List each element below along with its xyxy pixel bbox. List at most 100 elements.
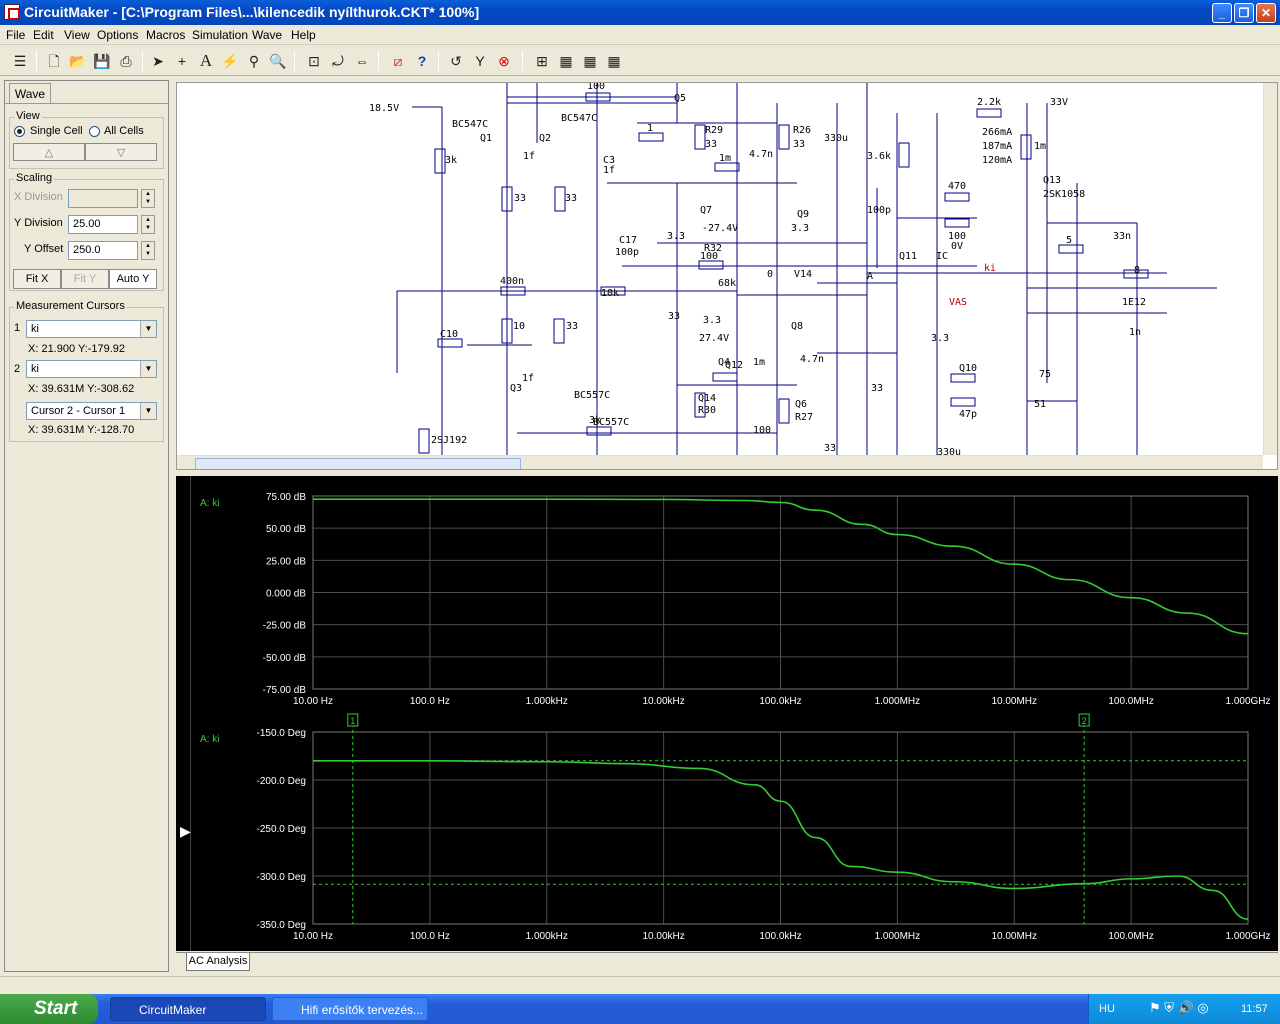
wire-icon[interactable]: + (172, 51, 192, 71)
schematic-label: Q13 (1043, 175, 1061, 186)
schematic-label: -27.4V (702, 223, 738, 234)
stop-icon[interactable]: ⊗ (494, 51, 514, 71)
schematic-label: 100p (867, 205, 891, 216)
arrow-icon[interactable]: ➤ (148, 51, 168, 71)
menu-help[interactable]: Help (291, 28, 316, 42)
zoom-probe-icon[interactable]: ⚲ (244, 51, 264, 71)
schematic-label: IC (936, 251, 948, 262)
system-tray: HU ⚑ ⛨ 🔊 ◎ 11:57 (1088, 994, 1280, 1024)
wave2-icon[interactable]: ▦ (580, 51, 600, 71)
minimize-button[interactable]: _ (1212, 3, 1232, 23)
schematic-label: 33V (1050, 97, 1068, 108)
print-icon[interactable]: ⎙ (116, 51, 136, 71)
vertical-scrollbar[interactable] (1263, 83, 1277, 455)
schematic-canvas[interactable]: 18.5V BC547C Q1 Q2 BC547C 100 Q5 R29 33 R26 33 1 1f C… (176, 82, 1278, 470)
chevron-down-icon: ▼ (140, 321, 156, 337)
single-cell-radio[interactable] (14, 126, 25, 137)
text-icon[interactable]: A (196, 51, 216, 71)
mirror-icon[interactable]: ⇔ (352, 51, 372, 71)
step-icon[interactable]: Y (470, 51, 490, 71)
y-offset-spinner[interactable]: ▲ ▼ (141, 241, 155, 260)
x-tick-label: 1.000MHz (875, 931, 921, 942)
schematic-label: 75 (1039, 369, 1051, 380)
menu-edit[interactable]: Edit (33, 28, 54, 42)
task-browser[interactable]: Hifi erősítők tervezés... (272, 997, 428, 1021)
schematic-label: Q3 (510, 383, 522, 394)
close-button[interactable]: ✕ (1256, 3, 1276, 23)
fit-y-button[interactable]: Fit Y (61, 269, 109, 289)
analog-icon[interactable]: ⊞ (532, 51, 552, 71)
mode-icon[interactable]: ☰ (10, 51, 30, 71)
y-offset-field[interactable]: 250.0 (68, 241, 138, 260)
menu-macros[interactable]: Macros (146, 28, 185, 42)
analysis-tabs: AC Analysis (176, 952, 1278, 972)
schematic-label: 1f (603, 165, 615, 176)
chevron-down-icon: ▼ (140, 361, 156, 377)
horizontal-scrollbar[interactable] (177, 455, 1263, 469)
schematic-label: Q11 (899, 251, 917, 262)
y-division-spinner[interactable]: ▲ ▼ (141, 215, 155, 234)
schematic-label: 100 (587, 83, 605, 92)
cell-down-button[interactable]: ▽ (85, 143, 157, 161)
schematic-label: BC547C (452, 119, 488, 130)
cell-up-button[interactable]: △ (13, 143, 85, 161)
zoom-icon[interactable]: 🔍 (268, 51, 288, 71)
maximize-button[interactable]: ❐ (1234, 3, 1254, 23)
cursor-difference-select[interactable]: Cursor 2 - Cursor 1 ▼ (26, 402, 157, 420)
probe-icon[interactable]: ⚡ (220, 51, 240, 71)
schematic-label: 3k (589, 415, 601, 426)
y-division-field[interactable]: 25.00 (68, 215, 138, 234)
circuitmaker-app-icon[interactable] (4, 4, 20, 20)
schematic-label: BC547C (561, 113, 597, 124)
cursor-1-readout: X: 21.900 Y:-179.92 (28, 343, 126, 355)
language-indicator[interactable]: HU (1099, 1003, 1115, 1015)
schematic-label: 33 (793, 139, 805, 150)
all-cells-radio[interactable] (89, 126, 100, 137)
x-division-spinner[interactable]: ▲ ▼ (141, 189, 155, 208)
y-tick-label: -75.00 dB (263, 685, 307, 696)
menu-simulation[interactable]: Simulation (192, 28, 248, 42)
tab-wave[interactable]: Wave (9, 83, 51, 104)
x-tick-label: 10.00kHz (643, 696, 685, 707)
schematic-label: Q10 (959, 363, 977, 374)
fit-x-button[interactable]: Fit X (13, 269, 61, 289)
rotate-icon[interactable]: ⤾ (328, 51, 348, 71)
auto-y-button[interactable]: Auto Y (109, 269, 157, 289)
y-tick-label: -250.0 Deg (257, 824, 306, 835)
wave-panel: Wave View Single Cell All Cells △ ▽ Scal… (4, 80, 169, 972)
task-circuitmaker[interactable]: CircuitMaker (110, 997, 266, 1021)
reset-icon[interactable]: ↺ (446, 51, 466, 71)
save-icon[interactable]: 💾 (92, 51, 112, 71)
help-icon[interactable]: ? (412, 51, 432, 71)
start-label: Start (34, 998, 78, 1019)
menu-file[interactable]: File (6, 28, 25, 42)
schematic-label: 187mA (982, 141, 1012, 152)
cursor-2-trace-select[interactable]: ki ▼ (26, 360, 157, 378)
scrollbar-thumb[interactable] (195, 458, 521, 469)
menu-view[interactable]: View (64, 28, 90, 42)
schematic-label: 120mA (982, 155, 1012, 166)
open-icon[interactable]: 📂 (68, 51, 88, 71)
x-tick-label: 10.00 Hz (293, 696, 333, 707)
wave3-icon[interactable]: ▦ (604, 51, 624, 71)
cursor-difference-readout: X: 39.631M Y:-128.70 (28, 424, 135, 436)
start-button[interactable]: Start (0, 994, 98, 1024)
x-division-field[interactable] (68, 189, 138, 208)
tab-ac-analysis[interactable]: AC Analysis (186, 953, 250, 971)
cursor-1-trace-select[interactable]: ki ▼ (26, 320, 157, 338)
wave1-icon[interactable]: ▦ (556, 51, 576, 71)
menu-wave[interactable]: Wave (252, 28, 282, 42)
schematic-label: 330u (937, 447, 961, 455)
schematic-label: 18.5V (369, 103, 399, 114)
new-icon[interactable]: 🗋 (44, 51, 64, 71)
schematic-label: 0 (767, 269, 773, 280)
digital-icon[interactable]: ⧄ (388, 51, 408, 71)
menu-options[interactable]: Options (97, 28, 138, 42)
schematic-label: 33 (824, 443, 836, 454)
cursor-1-number: 1 (14, 322, 21, 334)
x-tick-label: 100.0kHz (759, 931, 801, 942)
trace-label: A: ki (200, 498, 219, 509)
trace-label: A: ki (200, 734, 219, 745)
fit-icon[interactable]: ⊡ (304, 51, 324, 71)
tray-icons[interactable]: ⚑ ⛨ 🔊 ◎ (1149, 1000, 1209, 1016)
